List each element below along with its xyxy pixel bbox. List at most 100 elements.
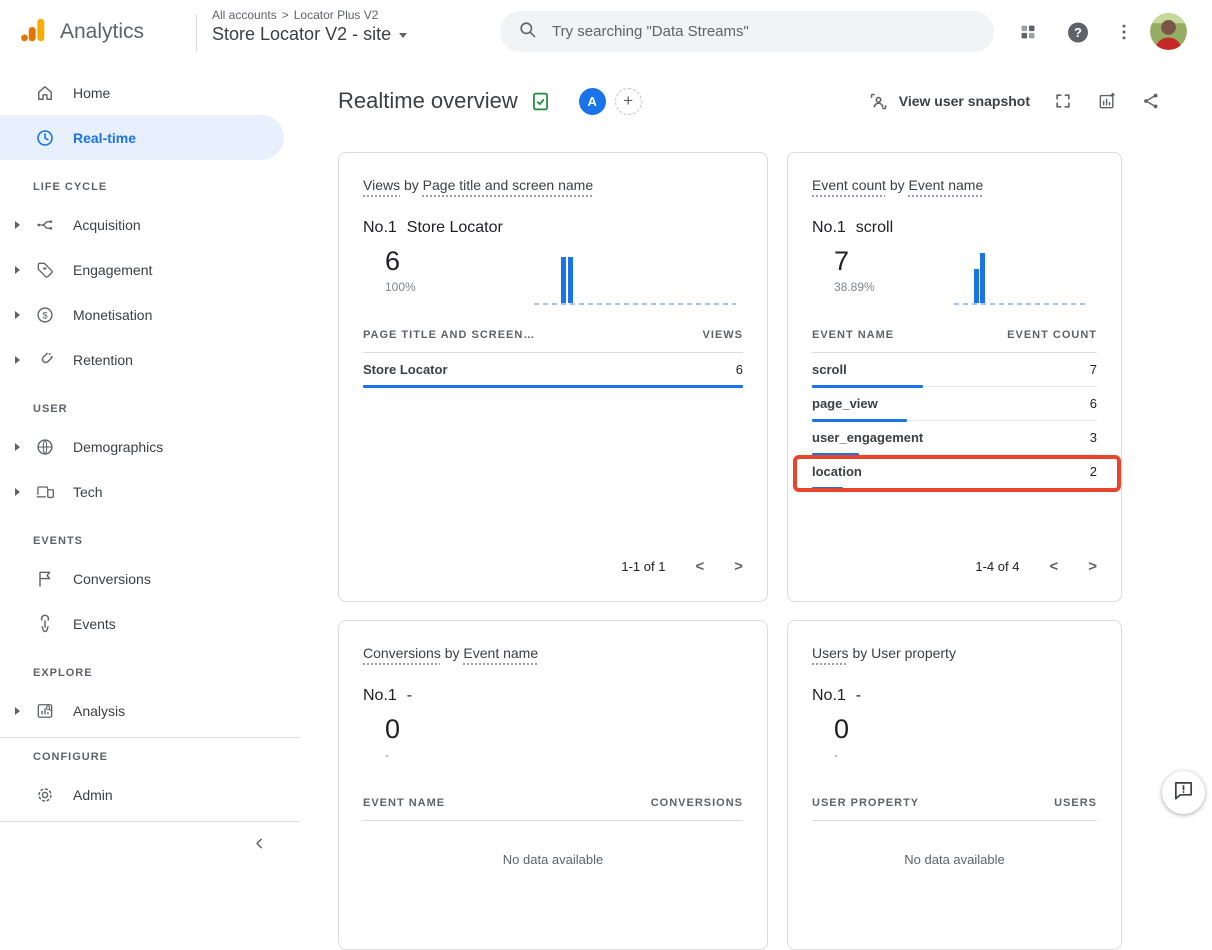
breadcrumb[interactable]: All accounts > Locator Plus V2 [212, 8, 407, 22]
acquisition-icon [35, 215, 55, 235]
sidebar-item-engagement[interactable]: Engagement [0, 247, 300, 292]
expand-caret-icon[interactable] [15, 707, 20, 715]
events-click-icon [35, 614, 55, 634]
sidebar-section-user: USER [33, 394, 300, 424]
column-header: EVENT NAME [812, 329, 894, 341]
row-label: page_view [812, 396, 878, 411]
sidebar-item-admin[interactable]: Admin [0, 772, 300, 817]
sidebar-item-label: Admin [73, 787, 113, 803]
breadcrumb-separator: > [282, 8, 289, 22]
add-comparison-button[interactable]: + [615, 88, 642, 115]
views-by-page-title-card: Views by Page title and screen name No.1… [338, 152, 768, 602]
spark-bar [568, 257, 573, 303]
property-name: Store Locator V2 - site [212, 24, 391, 45]
sidebar-item-acquisition[interactable]: Acquisition [0, 202, 300, 247]
sidebar-item-realtime[interactable]: Real-time [0, 115, 284, 160]
row-label: user_engagement [812, 430, 923, 445]
search-bar[interactable] [500, 11, 994, 52]
expand-caret-icon[interactable] [15, 311, 20, 319]
event-count-by-event-name-card: Event count by Event name No.1scroll 7 3… [787, 152, 1122, 602]
svg-text:$: $ [42, 310, 47, 320]
table-body: scroll7page_view6user_engagement3locatio… [812, 353, 1097, 489]
header-divider [196, 14, 197, 52]
search-input[interactable] [550, 22, 976, 41]
next-page-button[interactable]: > [1088, 558, 1097, 575]
table-row[interactable]: Store Locator6 [363, 353, 743, 387]
conversions-by-event-name-card: Conversions by Event name No.1- 0 - EVEN… [338, 620, 768, 950]
data-quality-check-icon[interactable] [530, 91, 551, 112]
clock-icon [35, 128, 55, 148]
expand-caret-icon[interactable] [15, 221, 20, 229]
comparison-chip[interactable]: A [579, 88, 606, 115]
row-label: location [812, 464, 862, 479]
column-header: USER PROPERTY [812, 797, 919, 809]
pagination: 1-1 of 1 < > [621, 558, 743, 575]
prev-page-button[interactable]: < [1049, 558, 1058, 575]
google-apps-grid-icon[interactable] [1016, 20, 1040, 44]
users-by-user-property-card: Users by User property No.1- 0 - USER PR… [787, 620, 1122, 950]
row-label: scroll [812, 362, 847, 377]
column-header: CONVERSIONS [651, 797, 743, 809]
card-title[interactable]: Views by Page title and screen name [363, 177, 743, 193]
breadcrumb-current[interactable]: Locator Plus V2 [294, 8, 379, 22]
spark-bar [561, 257, 566, 303]
expand-caret-icon[interactable] [15, 266, 20, 274]
property-selector[interactable]: Store Locator V2 - site [212, 24, 407, 45]
card-title[interactable]: Event count by Event name [812, 177, 1097, 193]
sidebar-item-label: Home [73, 85, 110, 101]
sidebar: Home Real-time LIFE CYCLE Acquisition En… [0, 64, 300, 864]
page-title: Realtime overview [338, 88, 518, 114]
top-item-name: scroll [856, 219, 893, 237]
tech-devices-icon [35, 482, 55, 502]
more-options-icon[interactable] [1112, 20, 1136, 44]
sidebar-item-retention[interactable]: Retention [0, 337, 300, 382]
sidebar-item-label: Retention [73, 352, 133, 368]
fullscreen-icon[interactable] [1052, 90, 1074, 112]
feedback-button[interactable] [1162, 771, 1205, 814]
empty-state-label: No data available [363, 852, 743, 867]
table-body: Store Locator6 [363, 353, 743, 387]
top-item-value: 0 [385, 714, 743, 745]
engagement-tag-icon [35, 260, 55, 280]
account-avatar[interactable] [1150, 13, 1187, 50]
sidebar-item-label: Analysis [73, 703, 125, 719]
prev-page-button[interactable]: < [695, 558, 704, 575]
feedback-bubble-icon [1172, 779, 1195, 807]
column-header: VIEWS [703, 329, 743, 341]
sidebar-item-label: Events [73, 616, 116, 632]
sidebar-item-conversions[interactable]: Conversions [0, 556, 300, 601]
sidebar-item-label: Tech [73, 484, 103, 500]
expand-caret-icon[interactable] [15, 488, 20, 496]
customize-report-icon[interactable] [1096, 90, 1118, 112]
sidebar-item-label: Conversions [73, 571, 151, 587]
sidebar-item-demographics[interactable]: Demographics [0, 424, 300, 469]
card-title[interactable]: Conversions by Event name [363, 645, 743, 661]
help-icon[interactable]: ? [1066, 20, 1090, 44]
collapse-sidebar-button[interactable] [0, 826, 300, 866]
expand-caret-icon[interactable] [15, 356, 20, 364]
spark-bar [974, 269, 979, 303]
table-row[interactable]: location2 [812, 455, 1097, 489]
sidebar-item-tech[interactable]: Tech [0, 469, 300, 514]
analytics-brand[interactable]: Analytics [18, 0, 144, 64]
table-row[interactable]: page_view6 [812, 387, 1097, 421]
spark-bar [980, 253, 985, 303]
monetisation-icon: $ [35, 305, 55, 325]
sidebar-item-home[interactable]: Home [0, 70, 300, 115]
share-icon[interactable] [1140, 90, 1162, 112]
sidebar-item-analysis[interactable]: Analysis [0, 688, 300, 733]
view-user-snapshot-button[interactable]: View user snapshot [868, 90, 1030, 112]
search-icon [518, 20, 537, 44]
table-row[interactable]: user_engagement3 [812, 421, 1097, 455]
sidebar-item-events[interactable]: Events [0, 601, 300, 646]
expand-caret-icon[interactable] [15, 443, 20, 451]
next-page-button[interactable]: > [734, 558, 743, 575]
sidebar-section-configure: CONFIGURE [33, 742, 300, 772]
table-row[interactable]: scroll7 [812, 353, 1097, 387]
sidebar-item-monetisation[interactable]: $ Monetisation [0, 292, 300, 337]
card-title[interactable]: Users by User property [812, 645, 1097, 661]
sidebar-divider [0, 737, 300, 738]
admin-gear-icon [35, 785, 55, 805]
breadcrumb-root[interactable]: All accounts [212, 8, 277, 22]
column-header: PAGE TITLE AND SCREEN… [363, 329, 535, 341]
